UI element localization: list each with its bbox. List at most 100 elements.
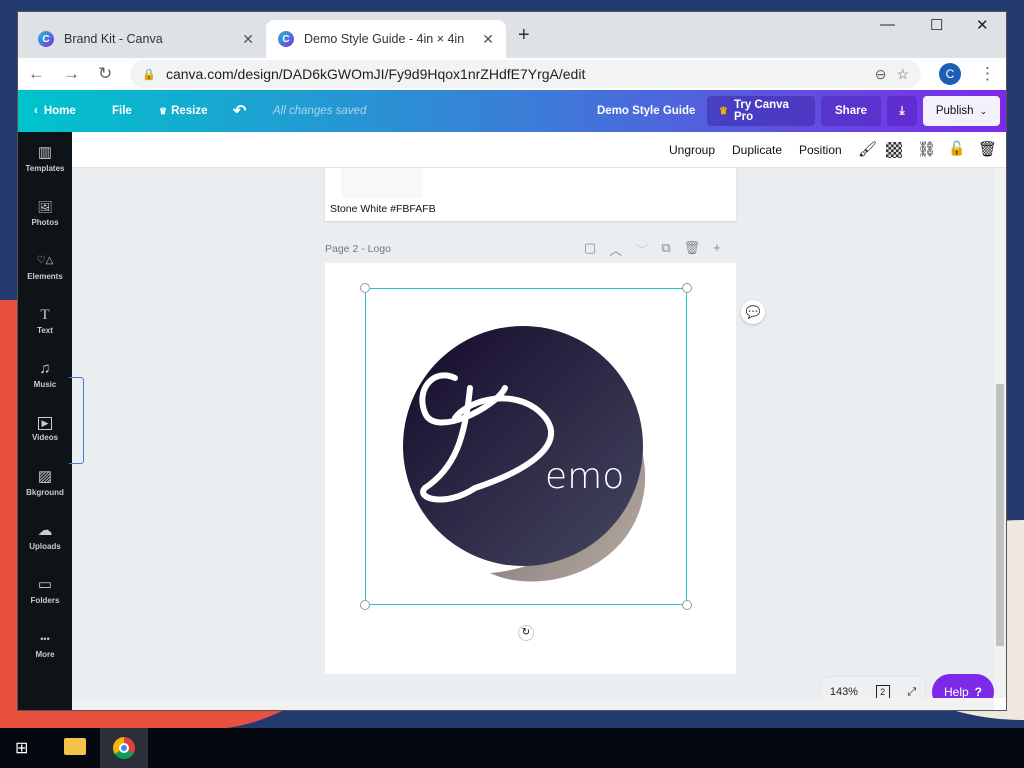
canva-favicon-icon: C <box>38 31 54 47</box>
fullscreen-icon[interactable]: ⤢ <box>907 686 916 699</box>
try-canva-pro-button[interactable]: ♛ Try Canva Pro <box>707 96 815 126</box>
position-button[interactable]: Position <box>799 143 842 157</box>
videos-icon: ▶ <box>37 416 53 430</box>
windows-start-icon[interactable]: ⊞ <box>15 738 28 758</box>
profile-avatar[interactable]: C <box>939 63 961 85</box>
sidebar-label: Folders <box>30 596 60 605</box>
home-button[interactable]: ‹ Home <box>34 90 76 132</box>
duplicate-page-icon[interactable]: ⧉ <box>661 240 670 259</box>
chevron-down-icon: ⌄ <box>979 105 988 116</box>
design-canvas: Stone White #FBFAFB Page 2 - Logo ▢ ︿ ﹀ ⧉ 🗑 +… <box>72 168 994 698</box>
design-title[interactable]: Demo Style Guide <box>597 90 695 132</box>
note-icon[interactable]: ▢ <box>584 240 596 259</box>
sidebar-label: Photos <box>31 218 59 227</box>
trash-icon[interactable]: 🗑 <box>978 140 997 158</box>
sidebar-item-folders[interactable]: ▭ Folders <box>18 564 72 618</box>
text-icon: T <box>40 307 50 323</box>
home-label: Home <box>43 105 76 117</box>
tab-strip: C Brand Kit - Canva ✕ C Demo Style Guide - … <box>18 12 1006 58</box>
zoom-controls: 143% 2 ⤢ <box>820 676 926 698</box>
zoom-icon[interactable]: ⊖ <box>875 66 887 83</box>
add-page-icon[interactable]: + <box>713 240 721 259</box>
move-up-icon[interactable]: ︿ <box>609 240 622 259</box>
sidebar-label: Videos <box>31 432 59 442</box>
download-icon[interactable]: ⤓ <box>887 96 917 126</box>
sidebar-item-music[interactable]: ♫ Music <box>18 348 72 402</box>
sidebar-label: More <box>35 650 55 659</box>
resize-label: Resize <box>171 105 208 117</box>
help-label: Help <box>943 685 969 698</box>
sidebar-item-text[interactable]: T Text <box>18 294 72 348</box>
close-tab-icon[interactable]: ✕ <box>482 31 494 48</box>
resize-handle[interactable] <box>360 283 370 293</box>
new-tab-button[interactable]: + <box>518 24 530 47</box>
forward-icon[interactable]: → <box>63 64 80 84</box>
music-icon: ♫ <box>39 360 51 377</box>
back-icon[interactable]: ← <box>28 64 45 84</box>
resize-handle[interactable] <box>360 600 370 610</box>
sidebar-label: Bkground <box>26 488 64 497</box>
url-field[interactable]: 🔒 canva.com/design/DAD6kGWOmJI/Fy9d9Hqox1… <box>130 60 921 88</box>
page-2-title[interactable]: Page 2 - Logo <box>325 243 391 255</box>
ungroup-button[interactable]: Ungroup <box>669 143 715 157</box>
resize-handle[interactable] <box>682 283 692 293</box>
sidebar-item-background[interactable]: ▨ Bkground <box>18 456 72 510</box>
bookmark-star-icon[interactable]: ☆ <box>896 66 909 83</box>
url-text: canva.com/design/DAD6kGWOmJI/Fy9d9Hqox1n… <box>165 66 586 82</box>
unlock-icon[interactable]: 🔓 <box>948 140 965 157</box>
crown-icon: ♛ <box>719 105 728 117</box>
browser-window: C Brand Kit - Canva ✕ C Demo Style Guide - … <box>18 12 1006 710</box>
reload-icon[interactable]: ↻ <box>98 64 112 84</box>
zoom-level[interactable]: 143% <box>830 686 858 698</box>
selection-box[interactable] <box>360 283 692 610</box>
maximize-button[interactable]: ☐ <box>930 16 943 34</box>
transparency-icon[interactable] <box>886 142 902 158</box>
left-sidebar: ▥ Templates 🖼 Photos ♡△ Elements T Text ♫ Mus… <box>18 132 72 710</box>
vertical-scrollbar[interactable] <box>994 168 1006 698</box>
folder-icon: ▭ <box>37 576 53 593</box>
sidebar-item-videos[interactable]: ▶ Videos <box>18 402 72 456</box>
file-explorer-icon[interactable] <box>64 738 86 755</box>
file-menu-button[interactable]: File <box>112 90 132 132</box>
swatch-label[interactable]: Stone White #FBFAFB <box>330 203 436 215</box>
move-down-icon[interactable]: ﹀ <box>635 240 648 259</box>
link-icon[interactable]: ⛓ <box>917 140 936 158</box>
horizontal-scrollbar[interactable] <box>72 698 994 710</box>
resize-handle[interactable] <box>682 600 692 610</box>
rotate-handle-icon[interactable]: ↻ <box>518 625 534 641</box>
undo-icon[interactable]: ↶ <box>233 90 246 132</box>
tab-title: Demo Style Guide - 4in × 4in <box>304 32 465 46</box>
sidebar-item-uploads[interactable]: ☁ Uploads <box>18 510 72 564</box>
sidebar-item-photos[interactable]: 🖼 Photos <box>18 186 72 240</box>
sidebar-item-templates[interactable]: ▥ Templates <box>18 132 72 186</box>
sidebar-item-more[interactable]: ••• More <box>18 618 72 672</box>
minimize-button[interactable]: — <box>880 16 895 33</box>
add-comment-icon[interactable]: 💬 <box>741 300 765 324</box>
address-bar-row: ← → ↻ 🔒 canva.com/design/DAD6kGWOmJI/Fy9d… <box>18 58 1006 90</box>
duplicate-button[interactable]: Duplicate <box>732 143 782 157</box>
sidebar-item-elements[interactable]: ♡△ Elements <box>18 240 72 294</box>
browser-menu-icon[interactable]: ⋮ <box>979 64 996 84</box>
share-button[interactable]: Share <box>821 96 881 126</box>
scrollbar-thumb[interactable] <box>996 384 1004 646</box>
color-swatch <box>341 168 423 198</box>
background-icon: ▨ <box>37 468 53 485</box>
delete-page-icon[interactable]: 🗑 <box>684 240 701 259</box>
page-count-icon[interactable]: 2 <box>875 684 890 698</box>
sidebar-label: Music <box>33 380 57 389</box>
tab-demo-style-guide[interactable]: C Demo Style Guide - 4in × 4in ✕ <box>266 20 506 58</box>
close-tab-icon[interactable]: ✕ <box>242 31 254 48</box>
page-2[interactable]: emo ↻ <box>325 263 736 674</box>
templates-icon: ▥ <box>37 144 53 161</box>
sidebar-collapse-handle[interactable] <box>69 377 84 464</box>
chrome-icon <box>113 737 135 759</box>
resize-button[interactable]: ♛ Resize <box>159 90 208 132</box>
help-button[interactable]: Help? <box>932 674 994 698</box>
tab-brand-kit[interactable]: C Brand Kit - Canva ✕ <box>26 20 266 58</box>
more-icon: ••• <box>40 634 50 644</box>
close-window-button[interactable]: ✕ <box>976 16 989 34</box>
page-1[interactable]: Stone White #FBFAFB <box>325 168 736 221</box>
chrome-taskbar-button[interactable] <box>100 728 148 768</box>
paint-roller-icon[interactable]: 🖌 <box>858 140 877 158</box>
publish-button[interactable]: Publish ⌄ <box>923 96 1000 126</box>
